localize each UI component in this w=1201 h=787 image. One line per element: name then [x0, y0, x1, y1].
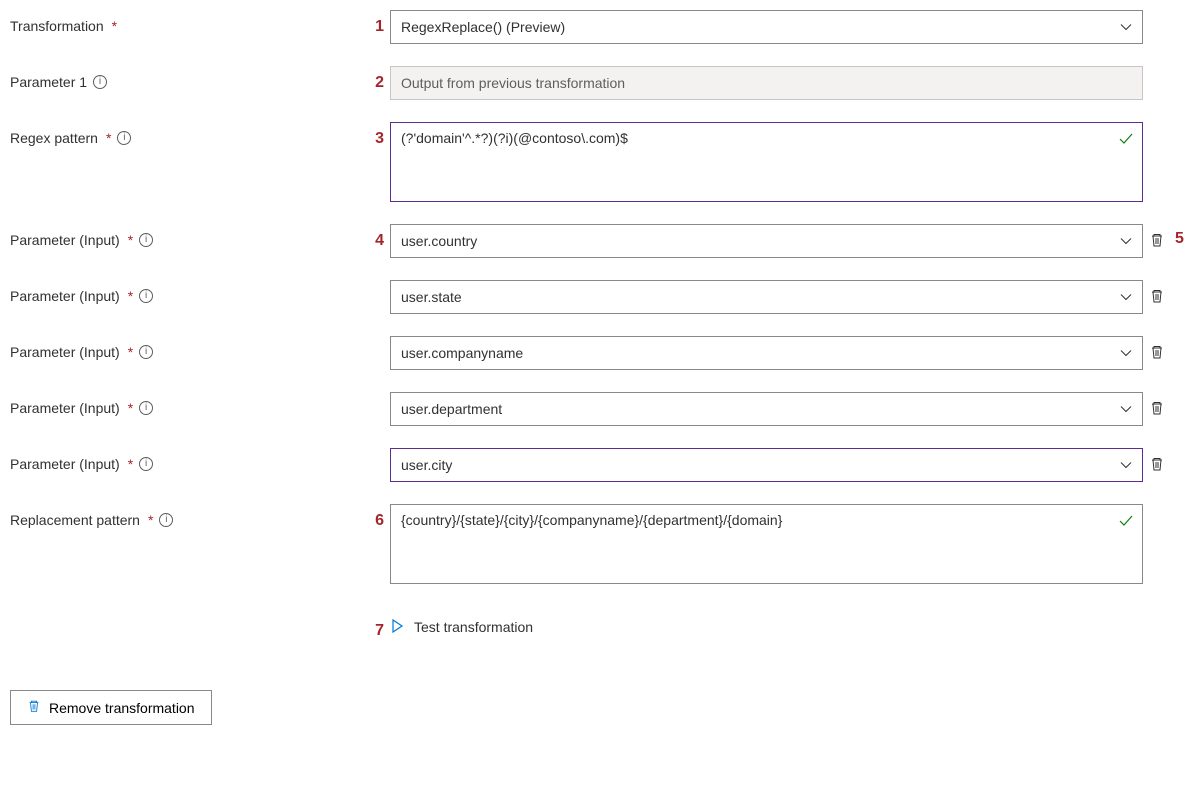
annotation-7: 7 [360, 614, 390, 640]
label-text: Parameter (Input) [10, 344, 120, 360]
row-param-input-4: Parameter (Input) * i user.city [10, 448, 1191, 482]
row-param-input-3: Parameter (Input) * i user.department [10, 392, 1191, 426]
delete-param-4[interactable] [1149, 448, 1169, 472]
required-asterisk: * [106, 130, 111, 146]
label-text: Parameter (Input) [10, 288, 120, 304]
delete-param-1[interactable] [1149, 280, 1169, 304]
chevron-down-icon [1120, 403, 1132, 415]
required-asterisk: * [128, 400, 133, 416]
regex-pattern-input[interactable]: (?'domain'^.*?)(?i)(@contoso\.com)$ [390, 122, 1143, 202]
label-text: Regex pattern [10, 130, 98, 146]
label-text: Parameter 1 [10, 74, 87, 90]
label-regex-pattern: Regex pattern * i [10, 122, 360, 146]
chevron-down-icon [1120, 21, 1132, 33]
delete-param-3[interactable] [1149, 392, 1169, 416]
label-param-input: Parameter (Input) * i [10, 280, 360, 304]
label-param-input: Parameter (Input) * i [10, 224, 360, 248]
row-parameter1: Parameter 1 i 2 Output from previous tra… [10, 66, 1191, 100]
label-parameter1: Parameter 1 i [10, 66, 360, 90]
chevron-down-icon [1120, 235, 1132, 247]
row-param-input-0: Parameter (Input) * i 4 user.country 5 [10, 224, 1191, 258]
required-asterisk: * [128, 288, 133, 304]
info-icon[interactable]: i [139, 233, 153, 247]
parameter1-placeholder: Output from previous transformation [401, 75, 625, 91]
param-input-select-1[interactable]: user.state [390, 280, 1143, 314]
label-text: Parameter (Input) [10, 400, 120, 416]
regex-pattern-value: (?'domain'^.*?)(?i)(@contoso\.com)$ [401, 130, 628, 146]
replacement-pattern-value: {country}/{state}/{city}/{companyname}/{… [401, 512, 782, 528]
info-icon[interactable]: i [159, 513, 173, 527]
row-test-transformation: 7 Test transformation [10, 614, 1191, 640]
label-text: Transformation [10, 18, 104, 34]
required-asterisk: * [128, 232, 133, 248]
label-param-input: Parameter (Input) * i [10, 336, 360, 360]
parameter1-input: Output from previous transformation [390, 66, 1143, 100]
annotation-4: 4 [360, 224, 390, 250]
label-param-input: Parameter (Input) * i [10, 448, 360, 472]
delete-param-2[interactable] [1149, 336, 1169, 360]
label-param-input: Parameter (Input) * i [10, 392, 360, 416]
row-param-input-2: Parameter (Input) * i user.companyname [10, 336, 1191, 370]
row-transformation: Transformation * 1 RegexReplace() (Previ… [10, 10, 1191, 44]
label-text: Replacement pattern [10, 512, 140, 528]
annotation-5: 5 [1175, 224, 1191, 248]
test-transformation-label: Test transformation [414, 619, 533, 635]
remove-transformation-button[interactable]: Remove transformation [10, 690, 212, 725]
check-icon [1118, 131, 1134, 150]
delete-param-0[interactable] [1149, 224, 1169, 248]
annotation-6: 6 [360, 504, 390, 530]
test-transformation-button[interactable]: Test transformation [390, 619, 533, 636]
required-asterisk: * [128, 344, 133, 360]
required-asterisk: * [128, 456, 133, 472]
row-replacement-pattern: Replacement pattern * i 6 {country}/{sta… [10, 504, 1191, 584]
param-input-value: user.department [401, 401, 502, 417]
param-input-value: user.city [401, 457, 452, 473]
row-regex-pattern: Regex pattern * i 3 (?'domain'^.*?)(?i)(… [10, 122, 1191, 202]
chevron-down-icon [1120, 459, 1132, 471]
info-icon[interactable]: i [139, 289, 153, 303]
label-replacement-pattern: Replacement pattern * i [10, 504, 360, 528]
play-icon [390, 619, 404, 636]
annotation-1: 1 [360, 10, 390, 36]
info-icon[interactable]: i [139, 457, 153, 471]
param-input-select-3[interactable]: user.department [390, 392, 1143, 426]
row-param-input-1: Parameter (Input) * i user.state [10, 280, 1191, 314]
replacement-pattern-input[interactable]: {country}/{state}/{city}/{companyname}/{… [390, 504, 1143, 584]
transformation-select[interactable]: RegexReplace() (Preview) [390, 10, 1143, 44]
label-transformation: Transformation * [10, 10, 360, 34]
param-input-value: user.companyname [401, 345, 523, 361]
label-text: Parameter (Input) [10, 456, 120, 472]
annotation-2: 2 [360, 66, 390, 92]
chevron-down-icon [1120, 347, 1132, 359]
param-input-value: user.country [401, 233, 477, 249]
remove-transformation-label: Remove transformation [49, 700, 195, 716]
required-asterisk: * [148, 512, 153, 528]
param-input-value: user.state [401, 289, 462, 305]
param-input-select-2[interactable]: user.companyname [390, 336, 1143, 370]
required-asterisk: * [112, 18, 117, 34]
check-icon [1118, 513, 1134, 532]
info-icon[interactable]: i [117, 131, 131, 145]
trash-icon [27, 699, 41, 716]
info-icon[interactable]: i [93, 75, 107, 89]
chevron-down-icon [1120, 291, 1132, 303]
annotation-3: 3 [360, 122, 390, 148]
transformation-value: RegexReplace() (Preview) [401, 19, 565, 35]
label-text: Parameter (Input) [10, 232, 120, 248]
info-icon[interactable]: i [139, 345, 153, 359]
param-input-select-4[interactable]: user.city [390, 448, 1143, 482]
param-input-select-0[interactable]: user.country [390, 224, 1143, 258]
info-icon[interactable]: i [139, 401, 153, 415]
